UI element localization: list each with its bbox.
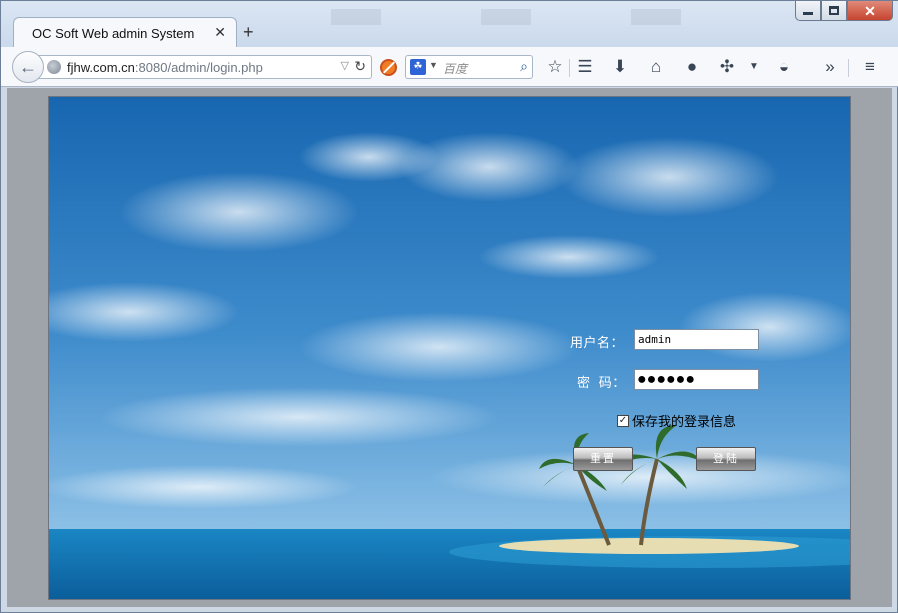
search-placeholder: 百度 [443, 62, 468, 76]
tab-close-icon[interactable]: ✕ [214, 24, 226, 41]
back-arrow-icon: ← [19, 56, 37, 77]
menu-icon[interactable]: ≡ [859, 57, 881, 77]
tab-active[interactable]: OC Soft Web admin System ✕ [13, 17, 237, 48]
chat-icon[interactable]: ● [681, 57, 703, 77]
username-label: 用户名： [570, 335, 625, 350]
search-icon[interactable]: ⌕ [520, 58, 528, 75]
background-window-tabs [301, 9, 781, 25]
toolbar-separator [848, 59, 849, 77]
remember-label: 保存我的登录信息 [632, 414, 737, 429]
bookmark-star-icon[interactable]: ☆ [544, 57, 566, 77]
page-viewport: 用户名： 密 码： ●●●●●● ✓ 保存我的登录信息 重置 登陆 [7, 88, 892, 607]
tab-strip: OC Soft Web admin System ✕ + ✕ [1, 1, 898, 48]
browser-window: OC Soft Web admin System ✕ + ✕ ← fjhw.co… [0, 0, 898, 613]
password-input[interactable]: ●●●●●● [634, 369, 759, 390]
island-sand [499, 538, 799, 554]
url-bar[interactable]: fjhw.com.cn:8080/admin/login.php ▽ ↻ [37, 55, 372, 79]
login-panel: 用户名： 密 码： ●●●●●● ✓ 保存我的登录信息 重置 登陆 [48, 96, 851, 600]
remember-me[interactable]: ✓ 保存我的登录信息 [617, 411, 736, 430]
bug-icon[interactable]: ✣ [716, 57, 738, 77]
minimize-button[interactable] [795, 1, 821, 21]
reset-button[interactable]: 重置 [573, 447, 633, 471]
close-icon: ✕ [864, 2, 876, 19]
close-window-button[interactable]: ✕ [847, 1, 893, 21]
url-host: fjhw.com.cn [67, 60, 135, 75]
reload-icon[interactable]: ↻ [354, 58, 366, 75]
download-icon[interactable]: ⬇ [609, 57, 631, 77]
globe-menu-icon[interactable]: ◒ [773, 57, 795, 77]
overflow-icon[interactable]: » [819, 57, 841, 77]
url-text[interactable]: fjhw.com.cn:8080/admin/login.php [67, 60, 263, 75]
url-path: :8080/admin/login.php [134, 60, 263, 75]
username-input[interactable] [634, 329, 759, 350]
new-tab-icon[interactable]: + [243, 23, 254, 41]
navigation-toolbar: ← fjhw.com.cn:8080/admin/login.php ▽ ↻ ☘… [1, 47, 898, 87]
reading-list-icon[interactable]: ☰ [574, 57, 596, 77]
maximize-button[interactable] [821, 1, 847, 21]
tab-title: OC Soft Web admin System [32, 26, 195, 41]
back-button[interactable]: ← [12, 51, 44, 83]
window-controls: ✕ [795, 1, 893, 21]
minimize-icon [803, 11, 813, 15]
dropdown-icon[interactable]: ▼ [743, 57, 765, 77]
search-bar[interactable]: ☘ ▼ 百度 ⌕ [405, 55, 533, 79]
home-icon[interactable]: ⌂ [645, 57, 667, 77]
site-identity-icon[interactable] [47, 60, 61, 74]
toolbar-separator [569, 59, 570, 77]
maximize-icon [829, 6, 839, 15]
baidu-paw-icon[interactable]: ☘ [410, 59, 426, 75]
login-button[interactable]: 登陆 [696, 447, 756, 471]
url-history-dropdown-icon[interactable]: ▽ [341, 59, 349, 72]
remember-checkbox[interactable]: ✓ [617, 414, 629, 427]
password-label: 密 码： [577, 375, 626, 390]
adblock-icon[interactable] [380, 59, 397, 76]
search-engine-dropdown-icon[interactable]: ▼ [429, 60, 438, 70]
